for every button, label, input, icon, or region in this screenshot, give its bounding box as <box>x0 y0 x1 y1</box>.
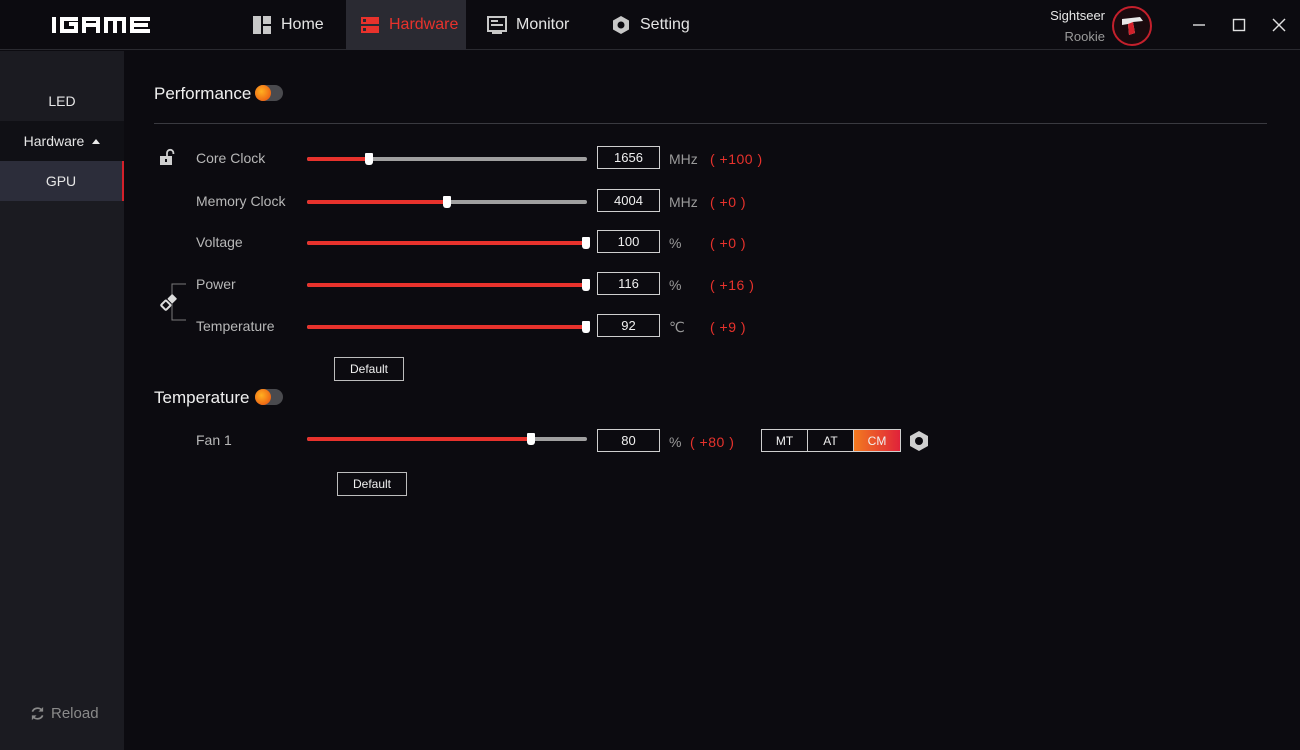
avatar[interactable] <box>1112 6 1152 46</box>
reload-label: Reload <box>51 705 99 722</box>
fan-delta: ( +80 ) <box>690 434 735 450</box>
fan-unit: % <box>669 434 682 450</box>
maximize-button[interactable] <box>1227 13 1251 37</box>
section-divider <box>154 123 1267 124</box>
tab-hardware-label: Hardware <box>389 16 459 33</box>
grid-icon <box>253 16 271 34</box>
fan-label: Fan 1 <box>196 432 232 448</box>
setting-slider-thumb[interactable] <box>582 237 590 249</box>
setting-unit: MHz <box>669 194 698 210</box>
setting-unit: % <box>669 277 682 293</box>
setting-slider-fill <box>307 157 369 161</box>
sidebar-item-led[interactable]: LED <box>0 81 124 121</box>
user-rank: Rookie <box>1064 29 1105 44</box>
avatar-emblem-icon <box>1122 17 1143 35</box>
sidebar-item-label: GPU <box>45 173 77 189</box>
performance-title: Performance <box>154 84 252 103</box>
mode-cm-button[interactable]: CM <box>854 430 900 451</box>
fan-value-input[interactable] <box>597 429 660 452</box>
setting-unit: % <box>669 235 682 251</box>
toggle-knob <box>255 85 271 101</box>
setting-label: Temperature <box>196 318 275 334</box>
reload-button[interactable]: Reload <box>30 705 99 722</box>
maximize-icon <box>1232 18 1246 32</box>
setting-delta: ( +16 ) <box>710 277 755 293</box>
tab-hardware[interactable]: Hardware <box>346 0 466 50</box>
setting-slider-track[interactable] <box>307 241 587 245</box>
tab-home[interactable]: Home <box>238 0 338 50</box>
mode-mt-button[interactable]: MT <box>762 430 808 451</box>
setting-slider-thumb[interactable] <box>365 153 373 165</box>
user-name: Sightseer <box>1050 8 1105 23</box>
temperature-toggle[interactable] <box>255 389 283 405</box>
setting-unit: ℃ <box>669 319 685 335</box>
caret-up-icon <box>92 138 101 144</box>
setting-delta: ( +0 ) <box>710 235 747 251</box>
setting-delta: ( +0 ) <box>710 194 747 210</box>
default-label: Default <box>352 477 392 491</box>
sidebar-item-label: LED <box>48 93 76 109</box>
toggle-knob <box>255 389 271 405</box>
refresh-icon <box>31 706 44 721</box>
mode-at-button[interactable]: AT <box>808 430 854 451</box>
setting-value-input[interactable] <box>597 272 660 295</box>
close-button[interactable] <box>1267 13 1291 37</box>
setting-slider-fill <box>307 241 587 245</box>
setting-slider-thumb[interactable] <box>582 279 590 291</box>
sidebar-item-label: Hardware <box>23 133 85 149</box>
setting-label: Memory Clock <box>196 193 286 209</box>
setting-value-input[interactable] <box>597 146 660 169</box>
monitor-icon <box>487 16 507 34</box>
setting-label: Voltage <box>196 234 243 250</box>
sidebar: LED Hardware GPU Reload <box>0 51 124 750</box>
setting-slider-track[interactable] <box>307 325 587 329</box>
fan-slider-thumb[interactable] <box>527 433 535 445</box>
temperature-default-button[interactable]: Default <box>337 472 407 496</box>
setting-slider-fill <box>307 283 587 287</box>
sidebar-item-gpu[interactable]: GPU <box>0 161 124 201</box>
setting-label: Core Clock <box>196 150 266 166</box>
setting-slider-thumb[interactable] <box>582 321 590 333</box>
setting-delta: ( +100 ) <box>710 151 763 167</box>
setting-value-input[interactable] <box>597 189 660 212</box>
tab-monitor-label: Monitor <box>516 16 570 33</box>
setting-slider-track[interactable] <box>307 283 587 287</box>
fan-settings-icon[interactable] <box>908 430 930 452</box>
setting-delta: ( +9 ) <box>710 319 747 335</box>
fan-slider-track[interactable] <box>307 437 587 441</box>
minimize-icon <box>1193 24 1205 26</box>
close-icon <box>1272 18 1286 32</box>
fan-slider-fill <box>307 437 531 441</box>
setting-value-input[interactable] <box>597 230 660 253</box>
temperature-title: Temperature <box>154 388 250 407</box>
default-label: Default <box>349 362 389 376</box>
performance-default-button[interactable]: Default <box>334 357 404 381</box>
hex-gear-icon <box>613 16 629 34</box>
tab-setting[interactable]: Setting <box>597 0 704 50</box>
tab-monitor[interactable]: Monitor <box>473 0 583 50</box>
link-icon[interactable] <box>159 292 179 312</box>
title-bar: Home Hardware Monitor Setting Sightseer … <box>0 0 1300 50</box>
performance-toggle[interactable] <box>255 85 283 101</box>
tab-home-label: Home <box>281 16 324 33</box>
tab-setting-label: Setting <box>640 16 690 33</box>
sidebar-item-hardware[interactable]: Hardware <box>0 121 124 161</box>
igame-logo <box>52 17 150 33</box>
unlock-icon[interactable] <box>158 148 176 166</box>
setting-slider-fill <box>307 325 587 329</box>
setting-slider-track[interactable] <box>307 157 587 161</box>
setting-value-input[interactable] <box>597 314 660 337</box>
hardware-icon <box>361 17 379 33</box>
setting-unit: MHz <box>669 151 698 167</box>
setting-slider-fill <box>307 200 447 204</box>
minimize-button[interactable] <box>1187 13 1211 37</box>
fan-mode-group: MT AT CM <box>761 429 901 452</box>
setting-slider-thumb[interactable] <box>443 196 451 208</box>
setting-label: Power <box>196 276 236 292</box>
